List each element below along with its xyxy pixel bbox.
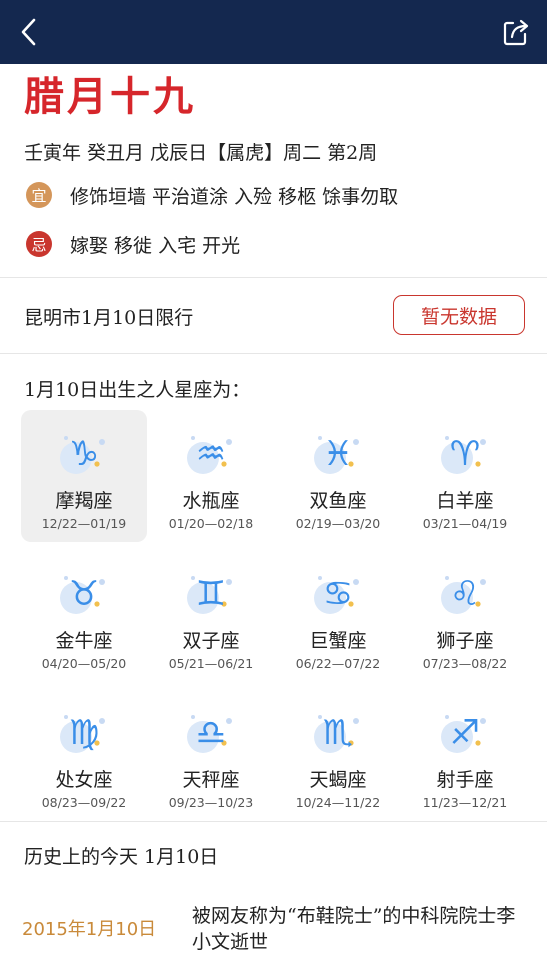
zodiac-name: 射手座: [436, 769, 494, 791]
svg-text:♊: ♊: [196, 574, 226, 614]
zodiac-date-range: 06/22—07/22: [295, 656, 381, 671]
zodiac-date-range: 07/23—08/22: [422, 656, 508, 671]
ji-activities: 嫁娶 移徙 入宅 开光: [70, 234, 241, 257]
zodiac-section-title: 1月10日出生之人星座为：: [24, 379, 251, 401]
zodiac-name: 双子座: [182, 630, 240, 652]
zodiac-name: 白羊座: [436, 490, 494, 512]
zodiac-date-range: 03/21—04/19: [422, 516, 508, 531]
lunar-date-title: 腊月十九: [24, 73, 196, 120]
zodiac-item[interactable]: ♒ 水瓶座 01/20—02/18: [148, 410, 274, 542]
svg-text:♌: ♌: [450, 574, 480, 614]
zodiac-grid: ♑ 摩羯座 12/22—01/19 ♒ 水瓶座 01/20—02/18 ♓ 双鱼座 02/19—…: [21, 410, 528, 820]
top-navigation-bar: [0, 0, 547, 64]
zodiac-item[interactable]: ♉ 金牛座 04/20—05/20: [21, 550, 147, 682]
zodiac-sign-icon: ♑: [60, 434, 105, 474]
zodiac-item[interactable]: ♍ 处女座 08/23—09/22: [21, 689, 147, 821]
zodiac-item[interactable]: ♑ 摩羯座 12/22—01/19: [21, 410, 147, 542]
zodiac-item[interactable]: ♊ 双子座 05/21—06/21: [148, 550, 274, 682]
zodiac-date-range: 02/19—03/20: [295, 516, 381, 531]
back-chevron-icon[interactable]: [14, 14, 48, 50]
history-event-text[interactable]: 被网友称为“布鞋院士”的中科院院士李小文逝世: [192, 903, 522, 955]
zodiac-name: 天秤座: [182, 769, 240, 791]
divider: [0, 277, 547, 278]
zodiac-name: 狮子座: [436, 630, 494, 652]
zodiac-date-range: 04/20—05/20: [41, 656, 127, 671]
yi-row: 宜 修饰垣墙 平治道涂 入殓 移柩 馀事勿取: [26, 180, 398, 210]
zodiac-sign-icon: ♈: [441, 434, 486, 474]
zodiac-date-range: 12/22—01/19: [41, 516, 127, 531]
svg-text:♏: ♏: [323, 713, 353, 753]
history-event-date: 2015年1月10日: [22, 919, 157, 940]
svg-text:♒: ♒: [196, 434, 226, 474]
zodiac-item[interactable]: ♋ 巨蟹座 06/22—07/22: [275, 550, 401, 682]
zodiac-date-range: 11/23—12/21: [422, 795, 508, 810]
zodiac-date-range: 09/23—10/23: [168, 795, 254, 810]
zodiac-sign-icon: ♎: [187, 713, 232, 753]
share-icon[interactable]: [499, 14, 533, 50]
zodiac-item[interactable]: ♓ 双鱼座 02/19—03/20: [275, 410, 401, 542]
svg-text:♓: ♓: [323, 434, 353, 474]
zodiac-item[interactable]: ♎ 天秤座 09/23—10/23: [148, 689, 274, 821]
ganzhi-date-line: 壬寅年 癸丑月 戊辰日【属虎】周二 第2周: [24, 142, 378, 164]
svg-text:♐: ♐: [450, 713, 480, 753]
zodiac-name: 水瓶座: [182, 490, 240, 512]
zodiac-name: 双鱼座: [309, 490, 367, 512]
zodiac-sign-icon: ♍: [60, 713, 105, 753]
zodiac-date-range: 05/21—06/21: [168, 656, 254, 671]
svg-text:♋: ♋: [323, 574, 353, 614]
ji-row: 忌 嫁娶 移徙 入宅 开光: [26, 229, 240, 259]
zodiac-item[interactable]: ♈ 白羊座 03/21—04/19: [402, 410, 528, 542]
svg-text:♍: ♍: [69, 713, 99, 753]
zodiac-item[interactable]: ♌ 狮子座 07/23—08/22: [402, 550, 528, 682]
zodiac-item[interactable]: ♏ 天蝎座 10/24—11/22: [275, 689, 401, 821]
svg-text:♎: ♎: [196, 713, 226, 753]
svg-text:♑: ♑: [69, 434, 99, 474]
zodiac-name: 巨蟹座: [309, 630, 367, 652]
zodiac-date-range: 01/20—02/18: [168, 516, 254, 531]
zodiac-sign-icon: ♓: [314, 434, 359, 474]
zodiac-name: 天蝎座: [309, 769, 367, 791]
no-data-button[interactable]: 暂无数据: [393, 295, 525, 335]
zodiac-name: 处女座: [55, 769, 113, 791]
zodiac-sign-icon: ♒: [187, 434, 232, 474]
zodiac-sign-icon: ♏: [314, 713, 359, 753]
zodiac-name: 摩羯座: [55, 490, 113, 512]
zodiac-date-range: 10/24—11/22: [295, 795, 381, 810]
yi-activities: 修饰垣墙 平治道涂 入殓 移柩 馀事勿取: [70, 185, 399, 208]
divider: [0, 821, 547, 822]
svg-text:♉: ♉: [69, 574, 99, 614]
zodiac-date-range: 08/23—09/22: [41, 795, 127, 810]
zodiac-sign-icon: ♌: [441, 574, 486, 614]
ji-badge: 忌: [26, 231, 52, 257]
zodiac-sign-icon: ♐: [441, 713, 486, 753]
zodiac-sign-icon: ♊: [187, 574, 232, 614]
svg-text:♈: ♈: [450, 434, 480, 474]
yi-badge: 宜: [26, 182, 52, 208]
traffic-limit-text: 昆明市1月10日限行: [24, 307, 194, 329]
zodiac-name: 金牛座: [55, 630, 113, 652]
divider: [0, 353, 547, 354]
zodiac-item[interactable]: ♐ 射手座 11/23—12/21: [402, 689, 528, 821]
history-section-title: 历史上的今天 1月10日: [24, 846, 219, 868]
zodiac-sign-icon: ♉: [60, 574, 105, 614]
zodiac-sign-icon: ♋: [314, 574, 359, 614]
